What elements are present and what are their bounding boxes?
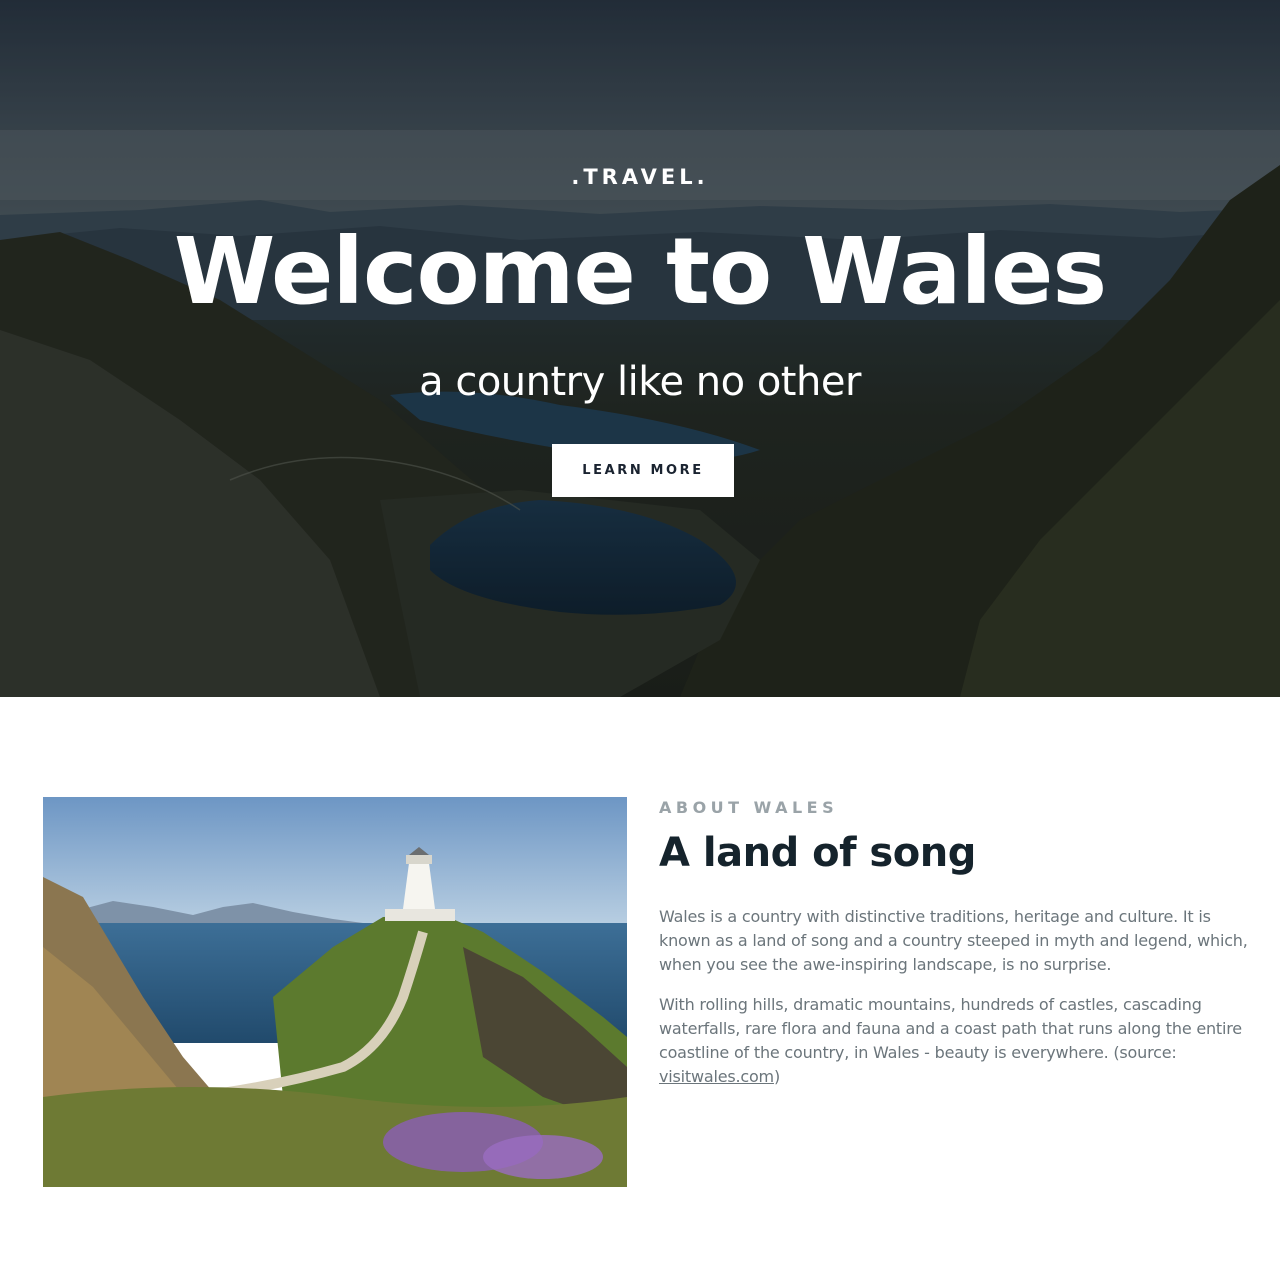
hero-subtitle: a country like no other xyxy=(419,359,861,405)
learn-more-button[interactable]: LEARN MORE xyxy=(552,444,734,497)
about-paragraph-2-text: With rolling hills, dramatic mountains, … xyxy=(659,995,1242,1062)
hero-title: Welcome to Wales xyxy=(173,218,1107,325)
about-content: ABOUT WALES A land of song Wales is a co… xyxy=(659,797,1249,1089)
source-link[interactable]: visitwales.com xyxy=(659,1067,774,1086)
about-title: A land of song xyxy=(659,830,976,876)
hero-kicker: .TRAVEL. xyxy=(571,165,709,189)
about-paragraph-2-end: ) xyxy=(773,1067,780,1086)
about-eyebrow: ABOUT WALES xyxy=(659,798,839,817)
about-paragraph-2: With rolling hills, dramatic mountains, … xyxy=(659,993,1249,1089)
about-paragraph-1: Wales is a country with distinctive trad… xyxy=(659,907,1248,974)
lighthouse-photo xyxy=(43,797,627,1187)
hero-section: .TRAVEL. Welcome to Wales a country like… xyxy=(0,0,1280,697)
about-section: ABOUT WALES A land of song Wales is a co… xyxy=(0,697,1280,1280)
